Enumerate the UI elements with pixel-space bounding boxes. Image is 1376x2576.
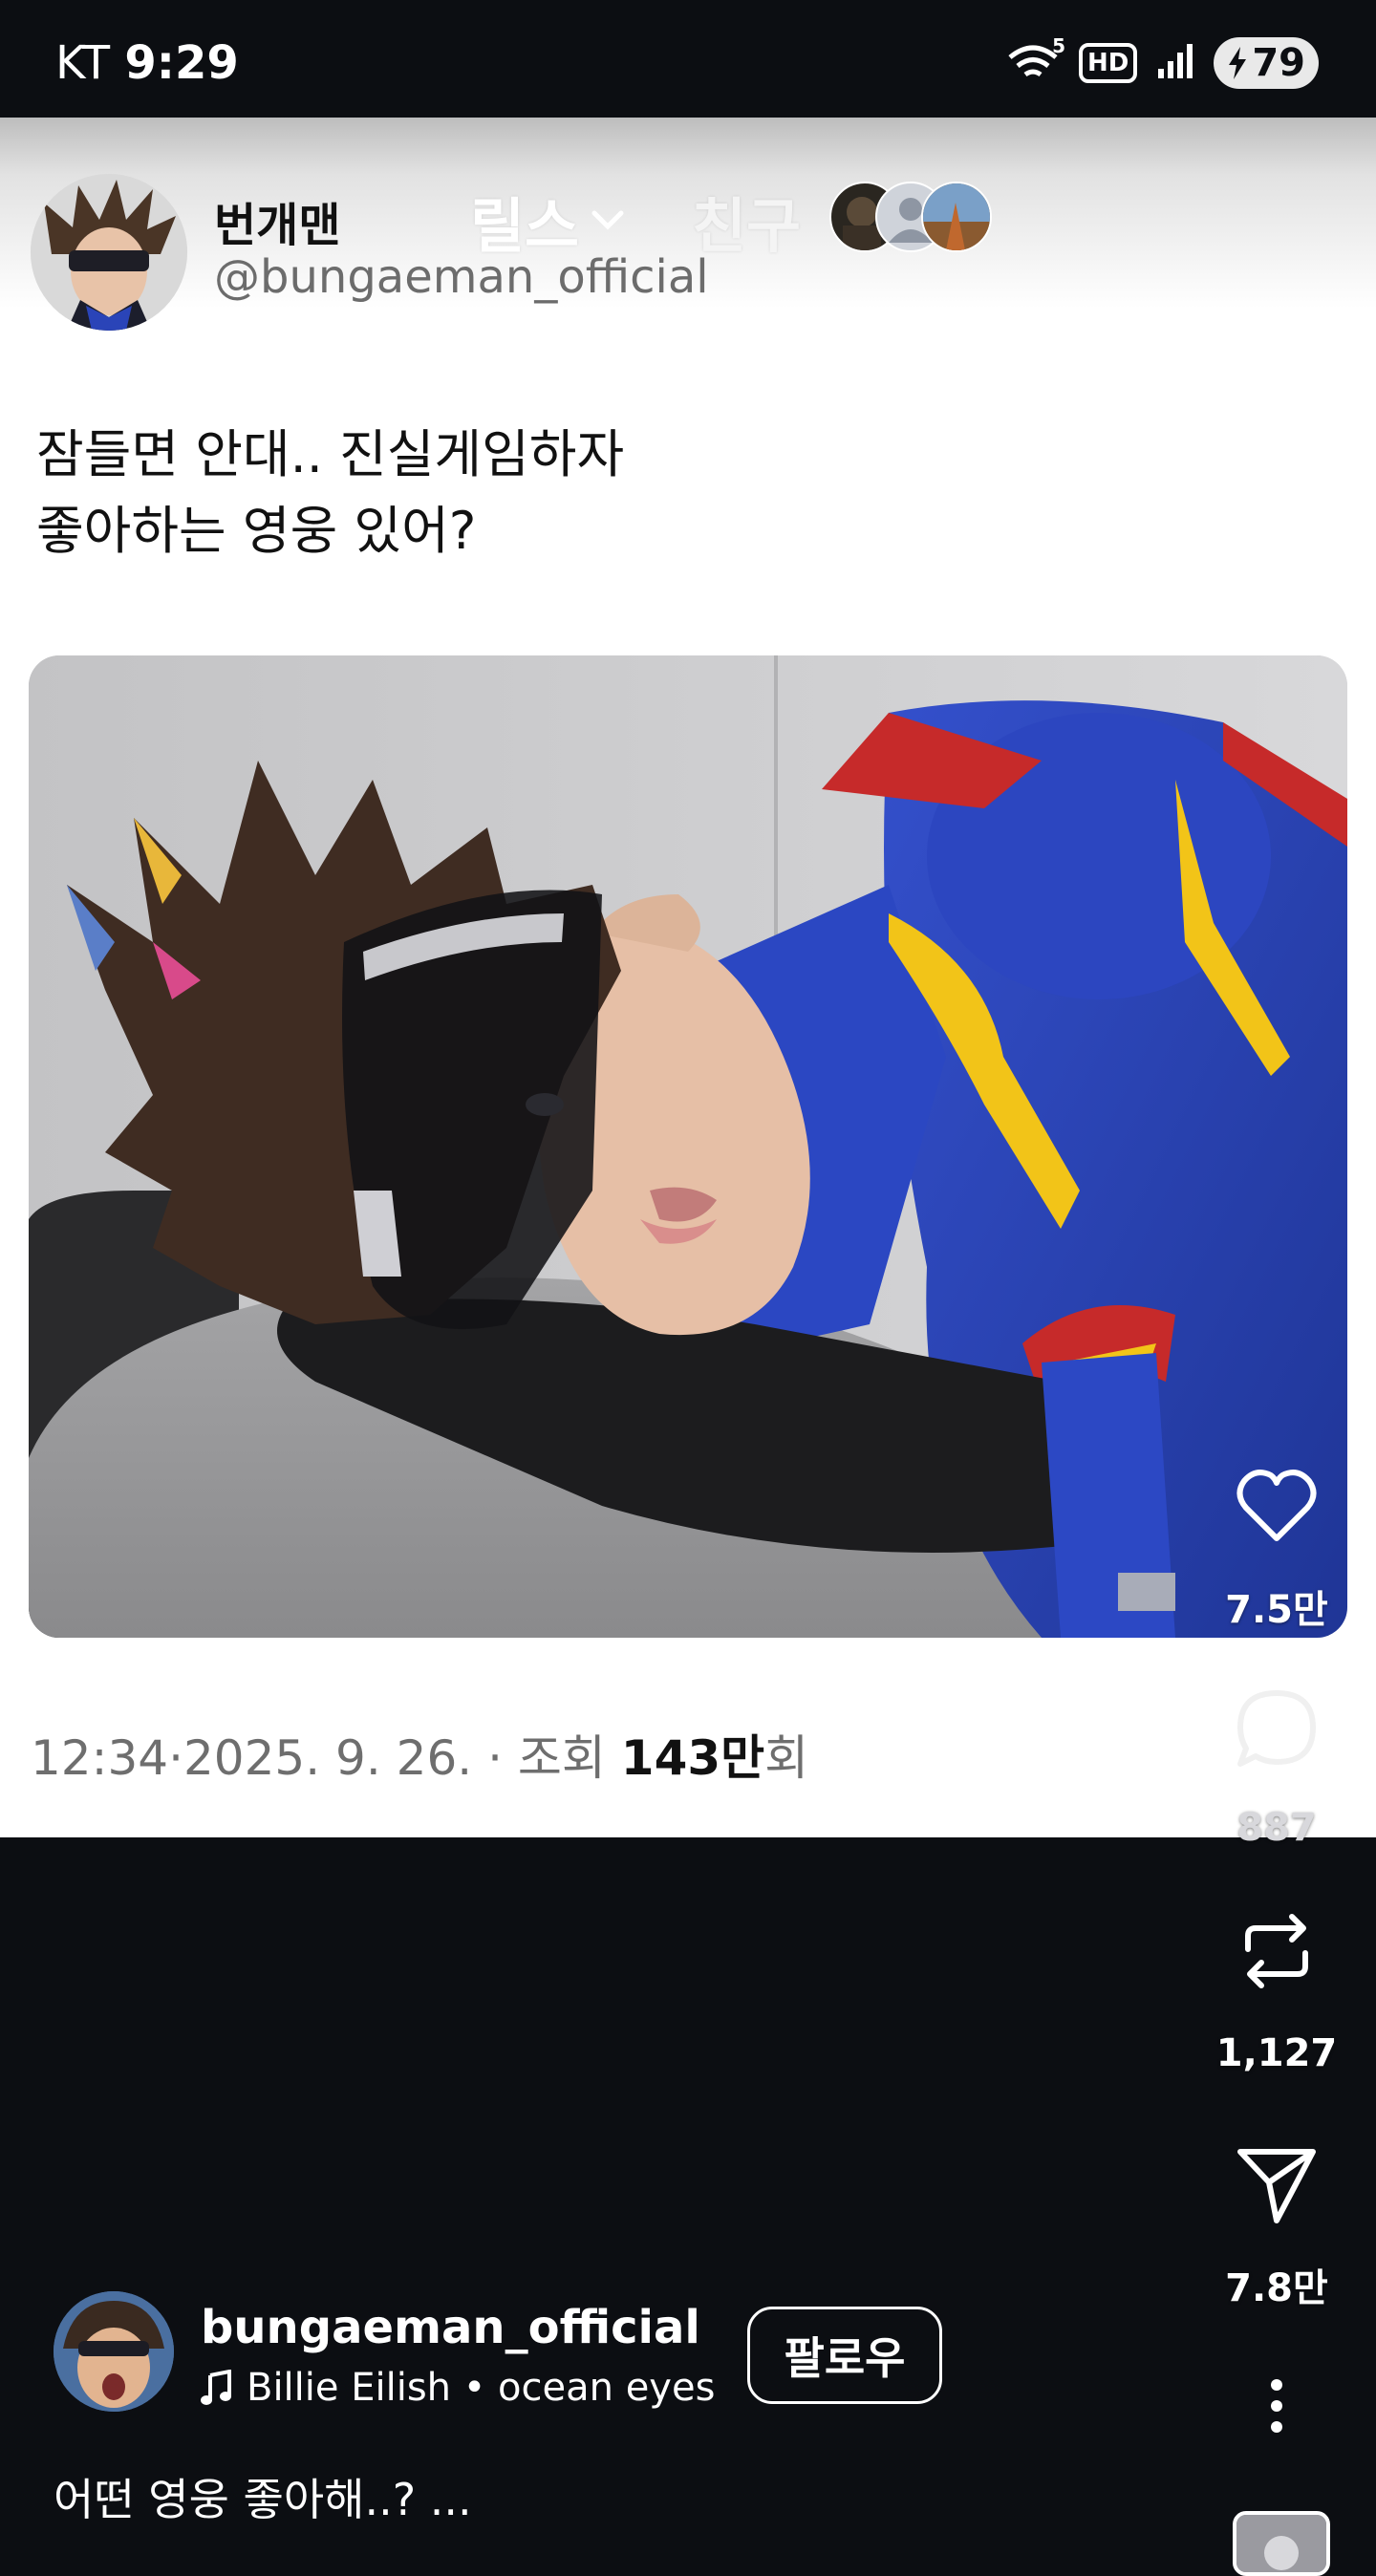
post-time: 12:34	[31, 1730, 169, 1786]
battery-level: 79	[1252, 41, 1305, 85]
more-vertical-icon	[1271, 2379, 1282, 2433]
author-handle[interactable]: @bungaeman_official	[214, 250, 709, 304]
tab-friends[interactable]: 친구	[692, 178, 801, 264]
send-icon	[1237, 2149, 1316, 2223]
repost-icon	[1245, 1914, 1308, 1988]
post-caption-line-1: 잠들면 안대.. 진실게임하자	[36, 424, 625, 484]
comment-bubble-icon	[1237, 1690, 1316, 1767]
views-label: 조회	[517, 1730, 606, 1786]
follow-button[interactable]: 팔로우	[747, 2307, 942, 2404]
repost-count: 1,127	[1215, 2031, 1338, 2075]
wifi-band-label: 5	[1052, 34, 1065, 57]
share-button[interactable]	[1233, 2140, 1321, 2228]
post-meta: 12:34·2025. 9. 26. · 조회 143만회	[31, 1720, 808, 1789]
wifi-icon: 5	[1006, 34, 1065, 84]
more-options-button[interactable]	[1258, 2377, 1296, 2435]
audio-thumbnail[interactable]	[1233, 2511, 1330, 2576]
battery-indicator: 79	[1214, 37, 1319, 89]
post-date: 2025. 9. 26.	[183, 1730, 473, 1786]
reel-author-avatar[interactable]	[54, 2291, 174, 2412]
status-icons: 5 HD 79	[1006, 34, 1319, 92]
tab-reels-label: 릴스	[470, 191, 580, 261]
meta-separator: ·	[168, 1730, 183, 1786]
comment-count: 887	[1236, 1806, 1317, 1850]
post-photo[interactable]	[29, 655, 1347, 1638]
like-count: 7.5만	[1225, 1588, 1328, 1632]
like-button[interactable]	[1233, 1462, 1321, 1550]
charging-bolt-icon	[1229, 47, 1247, 79]
views-suffix: 회	[764, 1730, 809, 1786]
heart-icon	[1236, 1470, 1317, 1541]
repost-button[interactable]	[1233, 1907, 1321, 1995]
views-count: 143만	[620, 1730, 765, 1786]
friend-avatar	[921, 182, 992, 252]
share-count: 7.8만	[1225, 2266, 1328, 2310]
meta-separator: ·	[487, 1730, 503, 1786]
clock: 9:29	[124, 36, 239, 90]
status-bar: KT 9:29 5 HD 79	[0, 0, 1376, 118]
post-caption-line-2: 좋아하는 영웅 있어?	[36, 501, 477, 561]
carrier-time: KT 9:29	[55, 34, 239, 92]
tab-reels[interactable]: 릴스	[470, 178, 625, 264]
music-track-label: Billie Eilish • ocean eyes	[247, 2366, 716, 2410]
author-name[interactable]: 번개맨	[214, 187, 340, 254]
reel-username[interactable]: bungaeman_official	[201, 2301, 700, 2354]
chevron-down-icon	[591, 210, 624, 230]
music-track[interactable]: Billie Eilish • ocean eyes	[201, 2366, 715, 2410]
reel-caption[interactable]: 어떤 영웅 좋아해..? ...	[54, 2465, 472, 2528]
music-note-icon	[201, 2370, 231, 2405]
author-avatar[interactable]	[31, 174, 187, 331]
signal-icon	[1156, 42, 1194, 84]
comment-button[interactable]	[1233, 1685, 1321, 1773]
hd-voice-icon: HD	[1078, 43, 1138, 83]
carrier-label: KT	[55, 36, 111, 90]
